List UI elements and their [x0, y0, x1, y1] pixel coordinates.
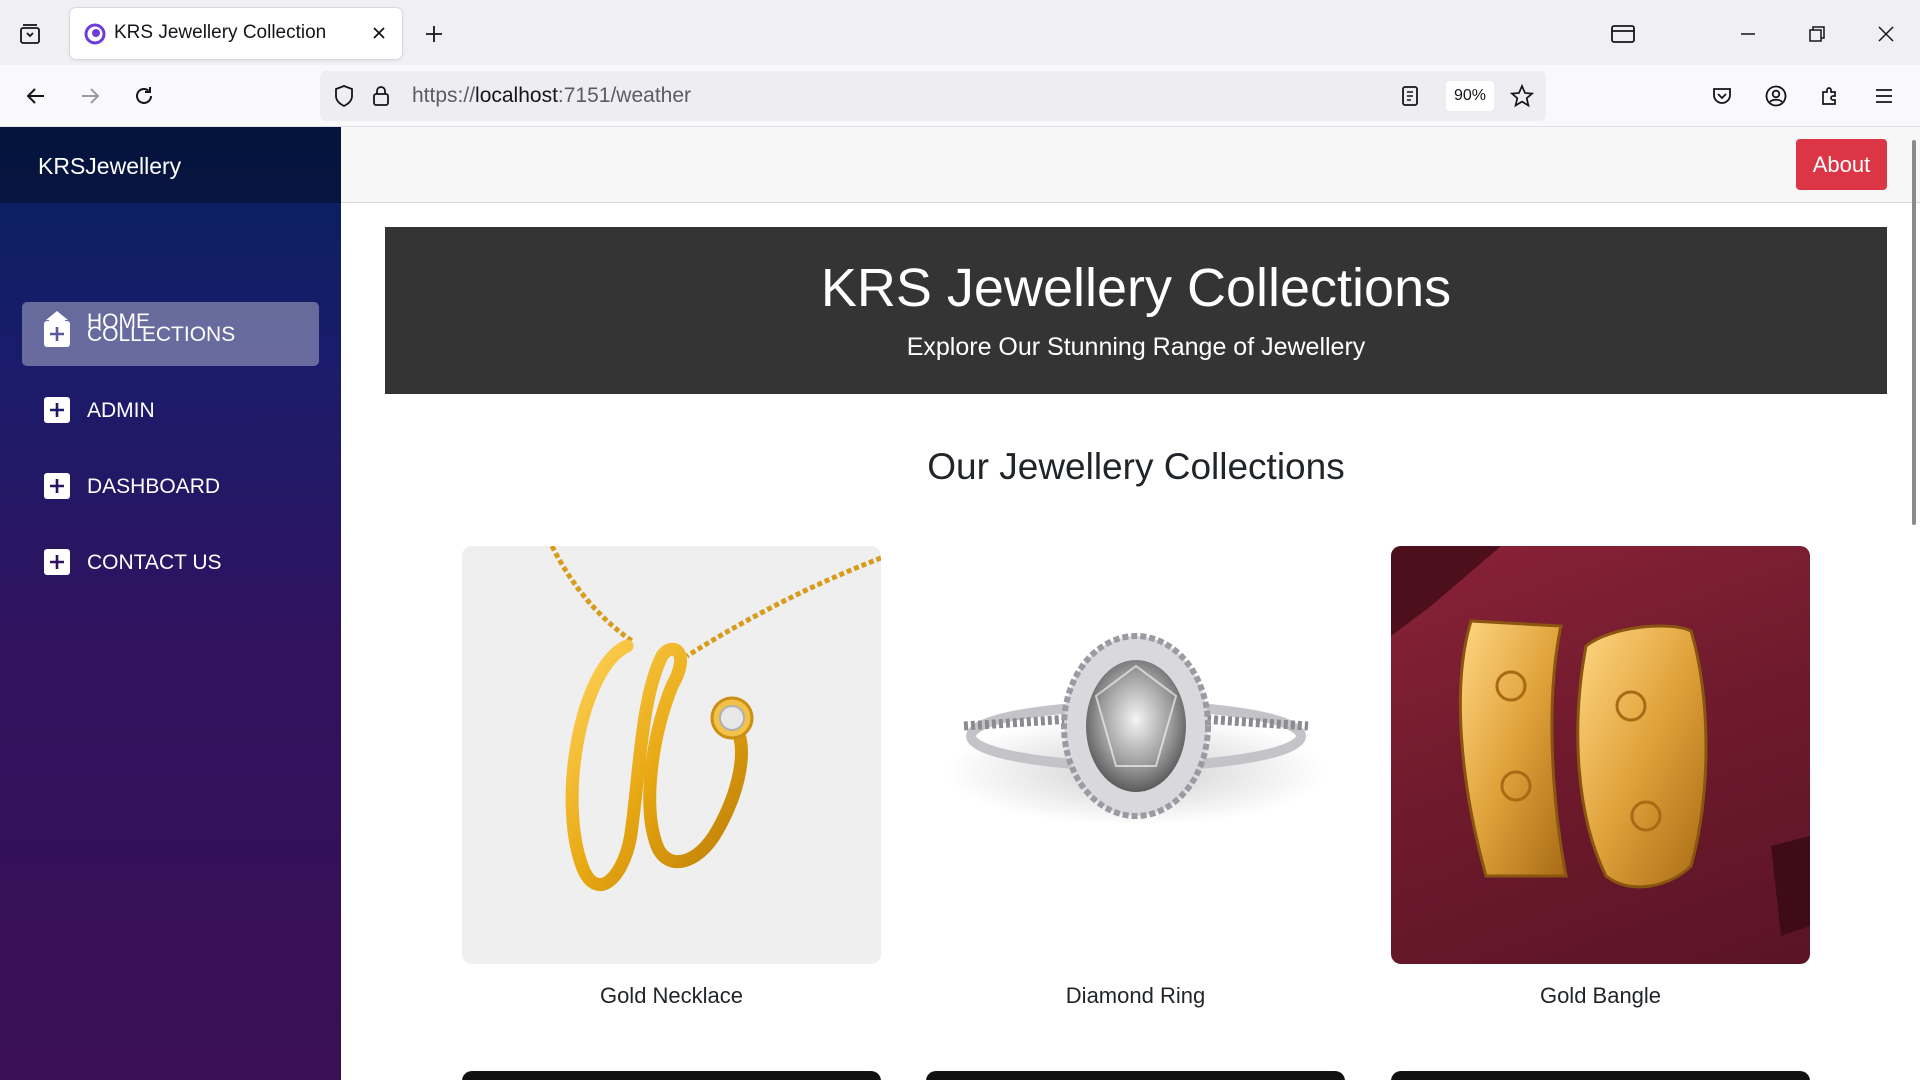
- next-row-card-top: [1391, 1071, 1810, 1080]
- reload-icon[interactable]: [126, 78, 162, 114]
- card-title: Gold Necklace: [599, 983, 744, 1008]
- hero-subtitle: Explore Our Stunning Range of Jewellery: [906, 333, 1366, 361]
- plus-square-icon: [44, 321, 70, 347]
- new-tab-icon[interactable]: [418, 18, 450, 50]
- tab-view-icon[interactable]: [1603, 14, 1643, 54]
- sidebar-item-dashboard[interactable]: DASHBOARD: [22, 454, 319, 518]
- url-text[interactable]: https://localhost:7151/weather: [412, 84, 691, 108]
- url-bar[interactable]: https://localhost:7151/weather 90%: [320, 71, 1546, 121]
- diamond-ring-image[interactable]: [926, 546, 1345, 964]
- sidebar-item-label: ADMIN: [87, 399, 155, 422]
- minimize-icon[interactable]: [1728, 14, 1768, 54]
- hero-title: KRS Jewellery Collections: [820, 258, 1452, 318]
- next-row-card-top: [462, 1071, 881, 1080]
- hero-banner: KRS Jewellery Collections Explore Our St…: [385, 227, 1887, 394]
- forward-icon[interactable]: [72, 78, 108, 114]
- top-row: About: [341, 127, 1920, 203]
- extensions-icon[interactable]: [1812, 78, 1848, 114]
- card-title: Gold Bangle: [1539, 983, 1662, 1008]
- plus-square-icon: [44, 549, 70, 575]
- sidebar-item-collections[interactable]: COLLECTIONS: [22, 302, 319, 366]
- tab-favicon-icon: [84, 23, 106, 45]
- section-title: Our Jewellery Collections: [927, 446, 1345, 487]
- browser-nav-bar: https://localhost:7151/weather 90%: [0, 65, 1920, 127]
- sidebar-brand-bar: KRSJewellery: [0, 127, 341, 203]
- reader-view-icon[interactable]: [1397, 83, 1423, 109]
- sidebar-item-label: COLLECTIONS: [87, 323, 236, 346]
- sidebar-item-label: DASHBOARD: [87, 475, 221, 498]
- card-title: Diamond Ring: [1065, 983, 1206, 1008]
- menu-icon[interactable]: [1866, 78, 1902, 114]
- window-close-icon[interactable]: [1866, 14, 1906, 54]
- page-scrollbar[interactable]: [1912, 140, 1916, 525]
- back-icon[interactable]: [18, 78, 54, 114]
- lock-icon[interactable]: [368, 83, 394, 109]
- tab-close-icon[interactable]: [366, 20, 392, 46]
- pocket-icon[interactable]: [1704, 78, 1740, 114]
- brand-logo-text[interactable]: KRSJewellery: [38, 153, 181, 180]
- browser-tab[interactable]: KRS Jewellery Collection: [70, 8, 402, 59]
- plus-square-icon: [44, 397, 70, 423]
- about-button[interactable]: About: [1796, 139, 1887, 190]
- gold-necklace-image[interactable]: [462, 546, 881, 964]
- tab-title: KRS Jewellery Collection: [114, 22, 327, 43]
- main-content: KRS Jewellery Collections Explore Our St…: [341, 203, 1912, 1080]
- plus-square-icon: [44, 473, 70, 499]
- next-row-card-top: [926, 1071, 1345, 1080]
- gold-bangle-image[interactable]: [1391, 546, 1810, 964]
- sidebar: KRSJewellery HOME COLLECTIONS ADMIN DASH…: [0, 127, 341, 1080]
- sidebar-item-admin[interactable]: ADMIN: [22, 378, 319, 442]
- sidebar-item-contact-us[interactable]: CONTACT US: [22, 530, 319, 594]
- tab-list-icon[interactable]: [14, 18, 46, 50]
- tracking-shield-icon[interactable]: [331, 83, 357, 109]
- account-icon[interactable]: [1758, 78, 1794, 114]
- bookmark-star-icon[interactable]: [1509, 83, 1535, 109]
- zoom-level[interactable]: 90%: [1446, 81, 1494, 111]
- sidebar-item-label: CONTACT US: [87, 551, 222, 574]
- restore-icon[interactable]: [1797, 14, 1837, 54]
- browser-tab-bar: KRS Jewellery Collection: [0, 0, 1920, 65]
